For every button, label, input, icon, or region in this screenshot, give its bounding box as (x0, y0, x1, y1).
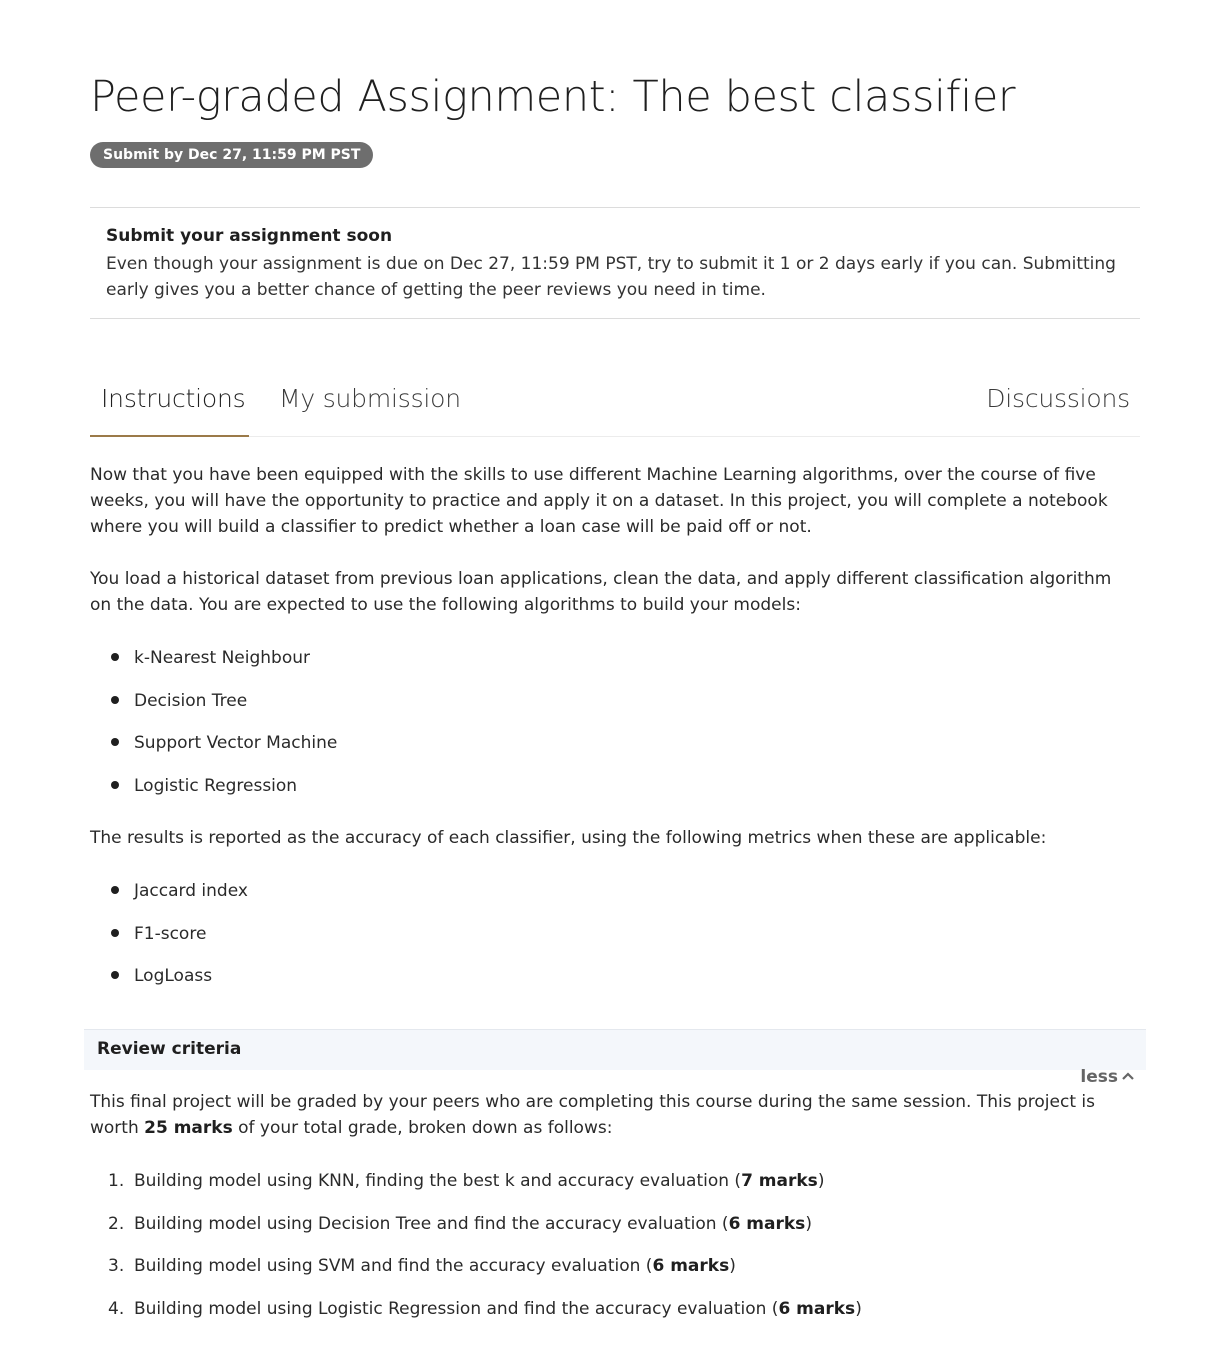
submit-soon-notice: Submit your assignment soon Even though … (90, 207, 1140, 319)
criterion-marks: 6 marks (728, 1213, 806, 1234)
chevron-up-icon (1122, 1065, 1134, 1085)
item-number: 4. (108, 1298, 125, 1319)
algorithm-label: Decision Tree (134, 690, 248, 711)
item-number: 3. (108, 1256, 125, 1276)
active-tab-indicator (90, 435, 249, 437)
list-item: 1. Building model using KNN, finding the … (90, 1168, 862, 1211)
instructions-dataset-text: You load a historical dataset from previ… (90, 569, 1112, 615)
instructions-results-text: The results is reported as the accuracy … (90, 828, 1047, 848)
bullet-icon (111, 971, 119, 979)
metric-label: F1-score (134, 923, 207, 944)
algorithm-label: Support Vector Machine (134, 733, 338, 753)
list-item: 2. Building model using Decision Tree and… (90, 1211, 862, 1254)
review-criteria-title: Review criteria (97, 1039, 242, 1059)
list-item: LogLoass (90, 963, 248, 1006)
criterion-text: Building model using SVM and find the ac… (134, 1256, 653, 1276)
page-title: Peer-graded Assignment: The best classif… (90, 72, 1016, 122)
instructions-intro: Now that you have been equipped with the… (90, 465, 1108, 537)
total-marks: 25 marks (144, 1118, 233, 1138)
criterion-text: Building model using KNN, finding the be… (134, 1171, 742, 1191)
criterion-marks: 6 marks (778, 1298, 856, 1319)
review-criteria-header: Review criteria (84, 1029, 1146, 1070)
criterion-marks: 7 marks (741, 1171, 818, 1191)
criterion-marks: 6 marks (652, 1256, 730, 1276)
criterion-close: ) (855, 1298, 862, 1319)
list-item: Support Vector Machine (90, 730, 337, 773)
bullet-icon (111, 695, 119, 704)
review-intro-text-end: of your total grade, broken down as foll… (232, 1118, 613, 1138)
toggle-label: less (1080, 1067, 1118, 1087)
list-item: Logistic Regression (90, 773, 337, 816)
notice-body: Even though your assignment is due on De… (106, 254, 1116, 300)
criterion-close: ) (805, 1213, 812, 1234)
bullet-icon (111, 928, 119, 937)
criteria-list: 1. Building model using KNN, finding the … (90, 1168, 862, 1338)
metric-label: LogLoass (134, 966, 213, 986)
algorithm-label: k-Nearest Neighbour (134, 648, 310, 668)
algorithms-list: k-Nearest Neighbour Decision Tree Suppor… (90, 645, 337, 815)
list-item: F1-score (90, 921, 248, 964)
criterion-close: ) (729, 1256, 736, 1276)
bullet-icon (111, 653, 119, 661)
item-number: 2. (108, 1213, 125, 1234)
list-item: Decision Tree (90, 688, 337, 731)
tab-my-submission[interactable]: My submission (279, 384, 461, 413)
show-less-toggle[interactable]: less (1080, 1065, 1134, 1087)
algorithm-label: Logistic Regression (134, 775, 298, 796)
metric-label: Jaccard index (134, 881, 248, 901)
list-item: k-Nearest Neighbour (90, 645, 337, 688)
review-intro: This final project will be graded by you… (90, 1089, 1130, 1141)
list-item: 3. Building model using SVM and find the … (90, 1253, 862, 1296)
tab-discussions[interactable]: Discussions (986, 384, 1130, 413)
assignment-tabs: Instructions My submission Discussions (90, 372, 1140, 437)
criterion-close: ) (817, 1171, 825, 1191)
metrics-list: Jaccard index F1-score LogLoass (90, 878, 248, 1006)
list-item: 4. Building model using Logistic Regressi… (90, 1296, 862, 1339)
criterion-text: Building model using Logistic Regression… (134, 1298, 779, 1319)
tab-instructions[interactable]: Instructions (101, 384, 246, 413)
bullet-icon (111, 738, 119, 746)
criterion-text: Building model using Decision Tree and f… (134, 1213, 729, 1234)
notice-title: Submit your assignment soon (106, 226, 393, 246)
bullet-icon (111, 886, 119, 894)
deadline-badge: Submit by Dec 27, 11:59 PM PST (90, 142, 374, 168)
bullet-icon (111, 780, 119, 789)
list-item: Jaccard index (90, 878, 248, 921)
item-number: 1. (108, 1171, 125, 1191)
